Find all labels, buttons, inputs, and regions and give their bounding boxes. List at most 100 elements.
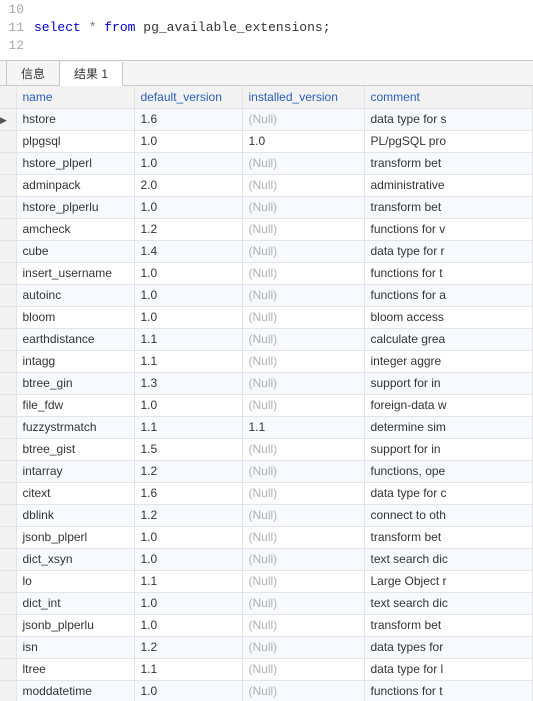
cell-name[interactable]: intagg [16,350,134,372]
row-selector[interactable] [0,394,16,416]
cell-installed-version[interactable]: (Null) [242,262,364,284]
table-row[interactable]: ltree1.1(Null)data type for l [0,658,533,680]
cell-installed-version[interactable]: (Null) [242,482,364,504]
cell-comment[interactable]: data type for l [364,658,533,680]
cell-comment[interactable]: support for in [364,372,533,394]
cell-name[interactable]: file_fdw [16,394,134,416]
cell-name[interactable]: dict_xsyn [16,548,134,570]
row-selector[interactable] [0,240,16,262]
cell-default-version[interactable]: 1.2 [134,460,242,482]
table-row[interactable]: intagg1.1(Null)integer aggre [0,350,533,372]
cell-comment[interactable]: connect to oth [364,504,533,526]
cell-comment[interactable]: determine sim [364,416,533,438]
cell-comment[interactable]: data type for c [364,482,533,504]
cell-default-version[interactable]: 1.0 [134,614,242,636]
table-row[interactable]: fuzzystrmatch1.11.1determine sim [0,416,533,438]
table-row[interactable]: moddatetime1.0(Null)functions for t [0,680,533,701]
table-row[interactable]: cube1.4(Null)data type for r [0,240,533,262]
cell-default-version[interactable]: 1.1 [134,350,242,372]
cell-installed-version[interactable]: 1.1 [242,416,364,438]
cell-comment[interactable]: data types for [364,636,533,658]
cell-comment[interactable]: PL/pgSQL pro [364,130,533,152]
cell-default-version[interactable]: 1.0 [134,548,242,570]
row-selector[interactable] [0,526,16,548]
cell-comment[interactable]: administrative [364,174,533,196]
cell-default-version[interactable]: 2.0 [134,174,242,196]
code-text[interactable]: select * from pg_available_extensions; [34,20,331,35]
cell-default-version[interactable]: 1.0 [134,526,242,548]
cell-installed-version[interactable]: 1.0 [242,130,364,152]
row-selector[interactable] [0,438,16,460]
cell-default-version[interactable]: 1.2 [134,636,242,658]
sql-editor[interactable]: 1011select * from pg_available_extension… [0,0,533,54]
editor-line[interactable]: 10 [0,0,533,18]
row-selector[interactable] [0,218,16,240]
cell-name[interactable]: earthdistance [16,328,134,350]
cell-installed-version[interactable]: (Null) [242,504,364,526]
col-header-installed-version[interactable]: installed_version [242,86,364,108]
cell-installed-version[interactable]: (Null) [242,614,364,636]
row-selector[interactable] [0,130,16,152]
table-row[interactable]: jsonb_plperlu1.0(Null)transform bet [0,614,533,636]
cell-installed-version[interactable]: (Null) [242,636,364,658]
cell-default-version[interactable]: 1.6 [134,108,242,130]
cell-name[interactable]: intarray [16,460,134,482]
cell-comment[interactable]: functions for t [364,262,533,284]
cell-installed-version[interactable]: (Null) [242,350,364,372]
cell-comment[interactable]: data type for r [364,240,533,262]
cell-comment[interactable]: data type for s [364,108,533,130]
table-row[interactable]: file_fdw1.0(Null)foreign-data w [0,394,533,416]
table-row[interactable]: intarray1.2(Null)functions, ope [0,460,533,482]
cell-installed-version[interactable]: (Null) [242,526,364,548]
table-row[interactable]: lo1.1(Null)Large Object r [0,570,533,592]
row-selector[interactable] [0,570,16,592]
cell-comment[interactable]: text search dic [364,548,533,570]
cell-default-version[interactable]: 1.2 [134,218,242,240]
cell-installed-version[interactable]: (Null) [242,240,364,262]
table-row[interactable]: bloom1.0(Null)bloom access [0,306,533,328]
cell-comment[interactable]: support for in [364,438,533,460]
table-row[interactable]: amcheck1.2(Null)functions for v [0,218,533,240]
row-selector[interactable] [0,636,16,658]
editor-line[interactable]: 12 [0,36,533,54]
cell-default-version[interactable]: 1.0 [134,394,242,416]
cell-installed-version[interactable]: (Null) [242,372,364,394]
cell-name[interactable]: btree_gin [16,372,134,394]
row-selector[interactable] [0,460,16,482]
cell-name[interactable]: dict_int [16,592,134,614]
row-selector[interactable] [0,196,16,218]
row-selector[interactable] [0,548,16,570]
cell-name[interactable]: lo [16,570,134,592]
table-row[interactable]: adminpack2.0(Null)administrative [0,174,533,196]
results-table[interactable]: name default_version installed_version c… [0,86,533,701]
cell-installed-version[interactable]: (Null) [242,438,364,460]
cell-name[interactable]: bloom [16,306,134,328]
cell-default-version[interactable]: 1.5 [134,438,242,460]
row-selector[interactable] [0,614,16,636]
row-selector[interactable] [0,350,16,372]
cell-installed-version[interactable]: (Null) [242,328,364,350]
row-selector[interactable] [0,152,16,174]
cell-comment[interactable]: functions for t [364,680,533,701]
cell-comment[interactable]: bloom access [364,306,533,328]
row-selector[interactable] [0,306,16,328]
table-row[interactable]: plpgsql1.01.0PL/pgSQL pro [0,130,533,152]
cell-name[interactable]: adminpack [16,174,134,196]
table-row[interactable]: citext1.6(Null)data type for c [0,482,533,504]
table-row[interactable]: btree_gin1.3(Null)support for in [0,372,533,394]
table-row[interactable]: insert_username1.0(Null)functions for t [0,262,533,284]
row-selector[interactable] [0,372,16,394]
table-row[interactable]: dict_int1.0(Null)text search dic [0,592,533,614]
editor-line[interactable]: 11select * from pg_available_extensions; [0,18,533,36]
row-selector[interactable] [0,504,16,526]
tab-info[interactable]: 信息 [6,61,60,85]
table-row[interactable]: dict_xsyn1.0(Null)text search dic [0,548,533,570]
cell-installed-version[interactable]: (Null) [242,570,364,592]
cell-name[interactable]: jsonb_plperl [16,526,134,548]
table-row[interactable]: earthdistance1.1(Null)calculate grea [0,328,533,350]
cell-default-version[interactable]: 1.6 [134,482,242,504]
cell-default-version[interactable]: 1.1 [134,416,242,438]
cell-name[interactable]: isn [16,636,134,658]
cell-installed-version[interactable]: (Null) [242,680,364,701]
cell-default-version[interactable]: 1.0 [134,306,242,328]
